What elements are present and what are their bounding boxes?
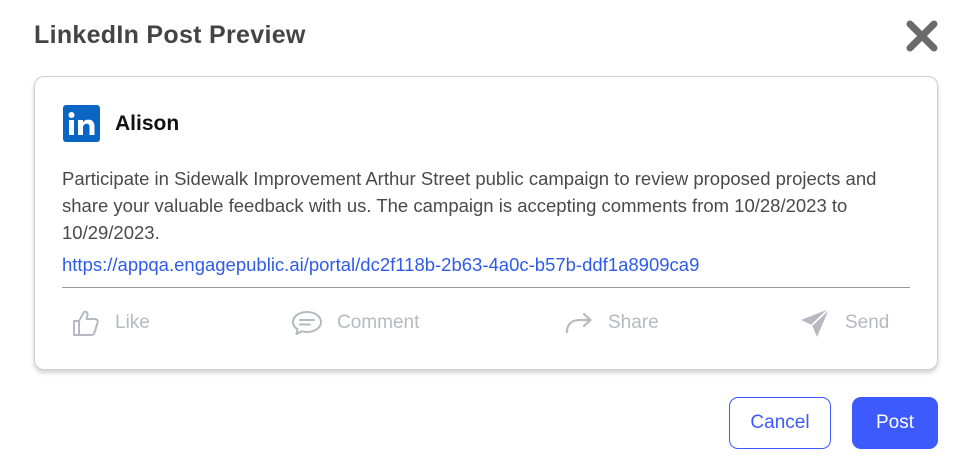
- divider: [62, 287, 910, 288]
- thumbs-up-icon: [73, 310, 99, 336]
- cancel-button[interactable]: Cancel: [729, 397, 831, 449]
- post-link[interactable]: https://appqa.engagepublic.ai/portal/dc2…: [62, 254, 699, 276]
- post-body-text: Participate in Sidewalk Improvement Arth…: [62, 168, 877, 243]
- close-button[interactable]: [902, 16, 942, 56]
- like-action[interactable]: Like: [71, 307, 150, 339]
- post-preview-card: Alison Participate in Sidewalk Improveme…: [34, 76, 938, 370]
- linkedin-logo-icon: [63, 105, 100, 142]
- like-label: Like: [115, 312, 150, 333]
- close-icon: [906, 20, 938, 52]
- send-action[interactable]: Send: [799, 307, 889, 339]
- send-icon: [801, 308, 830, 337]
- dialog-title: LinkedIn Post Preview: [34, 21, 306, 49]
- share-action[interactable]: Share: [564, 307, 659, 339]
- linkedin-preview-dialog: LinkedIn Post Preview Alison Participate…: [0, 0, 962, 460]
- share-arrow-icon: [565, 312, 592, 334]
- post-button[interactable]: Post: [852, 397, 938, 449]
- post-author: Alison: [115, 112, 180, 135]
- comment-label: Comment: [337, 312, 420, 333]
- share-label: Share: [608, 312, 659, 333]
- comment-action[interactable]: Comment: [291, 307, 419, 339]
- send-label: Send: [845, 312, 890, 333]
- comment-icon: [292, 311, 322, 335]
